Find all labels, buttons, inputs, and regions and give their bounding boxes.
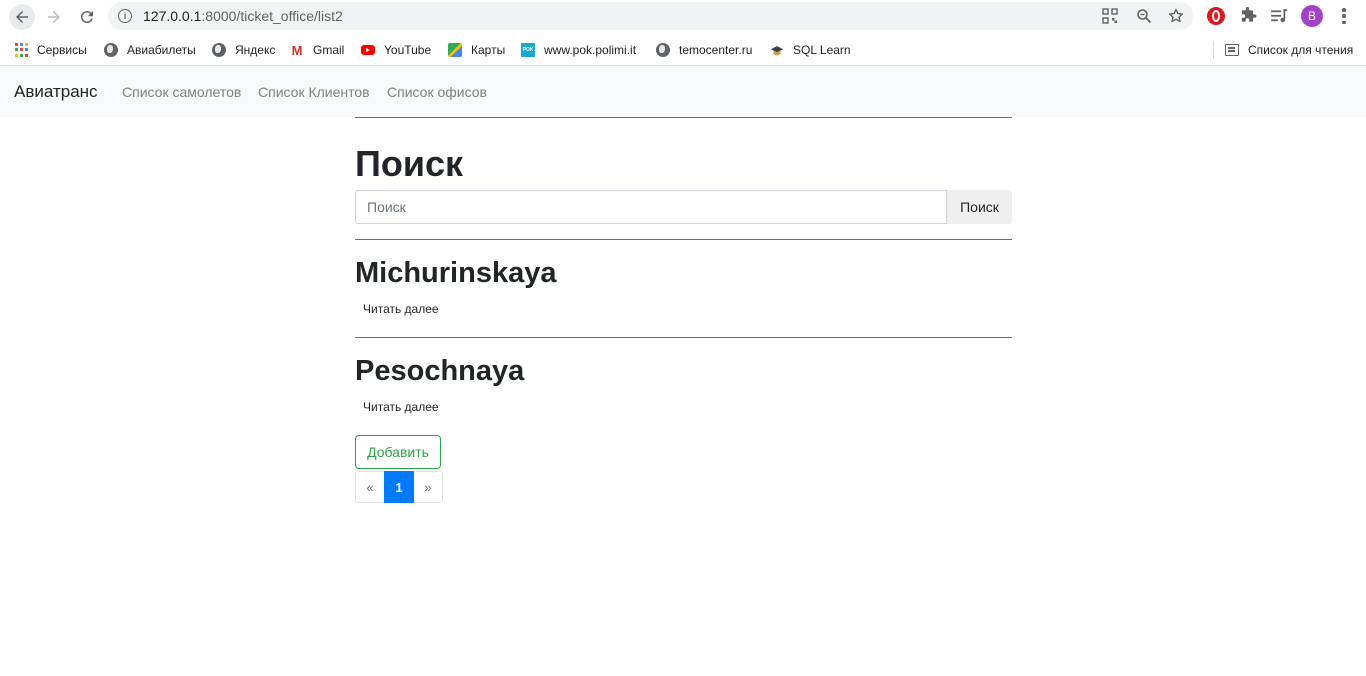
url-text[interactable]: 127.0.0.1:8000/ticket_office/list2	[143, 8, 343, 24]
office-name: Michurinskaya	[355, 257, 557, 289]
site-navbar: Авиатранс Список самолетов Список Клиент…	[0, 67, 1366, 117]
url-path: :8000/ticket_office/list2	[201, 8, 343, 24]
profile-avatar[interactable]: B	[1301, 5, 1323, 27]
gmail-icon: M	[291, 42, 303, 58]
bookmark-services[interactable]: Сервисы	[15, 40, 87, 60]
browser-toolbar: i 127.0.0.1:8000/ticket_office/list2 B	[0, 0, 1366, 34]
bookmark-yandex[interactable]: Яндекс	[212, 40, 275, 60]
url-host: 127.0.0.1	[143, 8, 202, 24]
back-icon[interactable]	[9, 4, 35, 30]
qr-code-icon[interactable]	[1101, 7, 1119, 25]
pagination-next[interactable]: »	[413, 471, 443, 503]
bookmark-pok[interactable]: POK www.pok.polimi.it	[521, 40, 636, 60]
navbar-brand[interactable]: Авиатранс	[14, 82, 98, 102]
office-name: Pesochnaya	[355, 355, 525, 387]
reading-list-label: Список для чтения	[1248, 43, 1354, 57]
maps-icon	[448, 43, 462, 57]
page-title: Поиск	[355, 143, 464, 184]
read-more-link[interactable]: Читать далее	[363, 302, 439, 316]
bookmark-sql-learn[interactable]: SQL Learn	[770, 40, 851, 60]
address-bar[interactable]: i 127.0.0.1:8000/ticket_office/list2	[108, 2, 1194, 30]
nav-link-planes[interactable]: Список самолетов	[122, 84, 241, 100]
reading-list[interactable]: Список для чтения	[1225, 40, 1353, 60]
bookmarks-separator	[1213, 41, 1214, 59]
bookmark-temocenter[interactable]: temocenter.ru	[656, 40, 752, 60]
globe-icon	[104, 43, 118, 57]
info-icon[interactable]: i	[118, 9, 132, 23]
bookmark-label: Gmail	[313, 43, 345, 57]
reload-icon[interactable]	[74, 4, 100, 30]
bookmark-label: SQL Learn	[793, 43, 851, 57]
bookmark-label: www.pok.polimi.it	[544, 43, 637, 57]
menu-icon[interactable]	[1336, 7, 1352, 25]
bookmark-label: Сервисы	[37, 43, 87, 57]
star-icon[interactable]	[1167, 7, 1185, 25]
media-icon[interactable]	[1269, 6, 1289, 26]
search-button[interactable]: Поиск	[947, 190, 1012, 224]
read-more-link[interactable]: Читать далее	[363, 400, 439, 414]
forward-icon[interactable]	[41, 4, 67, 30]
bookmark-label: temocenter.ru	[679, 43, 753, 57]
youtube-icon	[361, 45, 375, 55]
apps-grid-icon	[15, 43, 28, 57]
bookmark-label: Авиабилеты	[127, 43, 196, 57]
bookmark-label: Карты	[471, 43, 506, 57]
globe-icon	[212, 43, 226, 57]
pagination-page-current[interactable]: 1	[384, 471, 414, 503]
pagination: « 1 »	[355, 471, 443, 503]
add-button[interactable]: Добавить	[355, 435, 441, 469]
graduation-cap-icon	[770, 43, 784, 57]
bookmarks-bar: Сервисы Авиабилеты Яндекс M Gmail YouTub…	[0, 34, 1366, 66]
bookmark-gmail[interactable]: M Gmail	[290, 40, 345, 60]
bookmark-label: Яндекс	[235, 43, 276, 57]
nav-link-clients[interactable]: Список Клиентов	[258, 84, 370, 100]
extensions-icon[interactable]	[1238, 6, 1258, 26]
zoom-icon[interactable]	[1135, 7, 1153, 25]
divider	[355, 337, 1012, 338]
search-input[interactable]	[355, 190, 947, 224]
bookmark-youtube[interactable]: YouTube	[361, 40, 431, 60]
bookmark-aviabilety[interactable]: Авиабилеты	[104, 40, 196, 60]
globe-icon	[656, 43, 670, 57]
nav-link-offices[interactable]: Список офисов	[387, 84, 487, 100]
reading-list-icon	[1225, 43, 1239, 57]
bookmark-label: YouTube	[384, 43, 432, 57]
opera-icon[interactable]	[1207, 7, 1225, 25]
pok-icon: POK	[521, 43, 535, 57]
divider	[355, 117, 1012, 118]
bookmark-maps[interactable]: Карты	[448, 40, 505, 60]
pagination-prev[interactable]: «	[355, 471, 385, 503]
divider	[355, 239, 1012, 240]
